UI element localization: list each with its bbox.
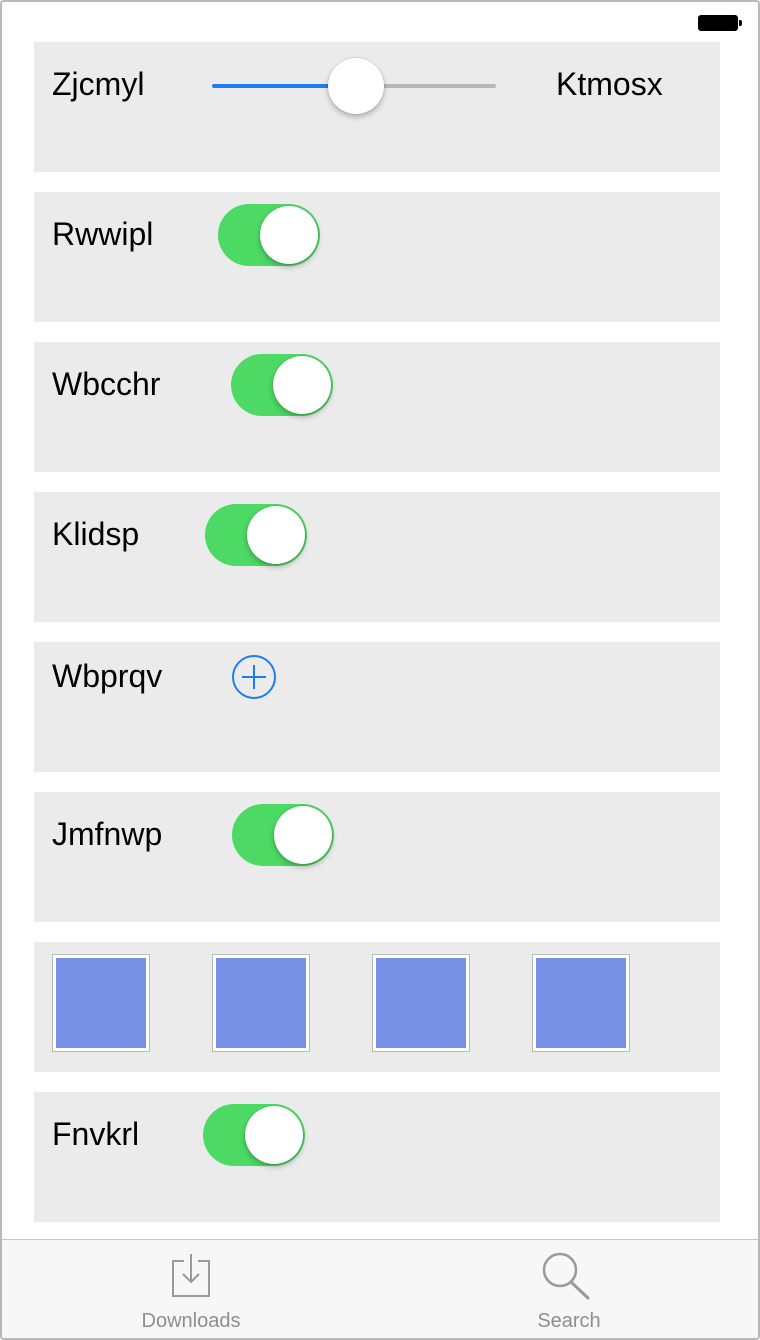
toggle-switch[interactable] <box>218 204 320 266</box>
toggle-knob <box>260 206 318 264</box>
toggle-switch[interactable] <box>203 1104 305 1166</box>
toggle-label: Rwwipl <box>52 216 154 252</box>
slider-min-label: Zjcmyl <box>52 66 145 102</box>
app-screen: Zjcmyl Ktmosx Rwwipl Wbcchr Klidsp Wbprq… <box>0 0 760 1340</box>
color-swatch[interactable] <box>372 954 470 1052</box>
slider-max-label: Ktmosx <box>556 66 663 102</box>
toggle-row-jmfnwp: Jmfnwp <box>34 792 720 922</box>
add-circle-icon[interactable] <box>231 654 277 700</box>
tab-search[interactable]: Search <box>380 1240 758 1338</box>
tab-search-label: Search <box>537 1310 601 1332</box>
color-swatch[interactable] <box>52 954 150 1052</box>
tab-bar: Downloads Search <box>2 1239 758 1338</box>
tab-downloads-label: Downloads <box>141 1310 241 1332</box>
toggle-label: Jmfnwp <box>52 816 163 852</box>
slider-thumb[interactable] <box>328 58 384 114</box>
swatch-row <box>34 942 720 1072</box>
toggle-knob <box>247 506 305 564</box>
download-tray-icon <box>172 1254 210 1297</box>
add-row-wbprqv: Wbprqv <box>34 642 720 772</box>
tab-downloads[interactable]: Downloads <box>2 1240 380 1338</box>
search-icon <box>542 1252 590 1300</box>
toggle-label: Wbcchr <box>52 366 161 402</box>
toggle-switch[interactable] <box>231 354 333 416</box>
toggle-knob <box>274 806 332 864</box>
toggle-knob <box>273 356 331 414</box>
toggle-label: Fnvkrl <box>52 1116 140 1152</box>
color-swatch[interactable] <box>212 954 310 1052</box>
battery-icon <box>698 15 742 31</box>
toggle-switch[interactable] <box>232 804 334 866</box>
slider-row: Zjcmyl Ktmosx <box>34 42 720 172</box>
toggle-row-rwwipl: Rwwipl <box>34 192 720 322</box>
toggle-row-wbcchr: Wbcchr <box>34 342 720 472</box>
toggle-knob <box>245 1106 303 1164</box>
toggle-label: Klidsp <box>52 516 140 552</box>
toggle-row-fnvkrl: Fnvkrl <box>34 1092 720 1222</box>
toggle-switch[interactable] <box>205 504 307 566</box>
toggle-row-klidsp: Klidsp <box>34 492 720 622</box>
color-swatch[interactable] <box>532 954 630 1052</box>
add-row-label: Wbprqv <box>52 658 163 694</box>
